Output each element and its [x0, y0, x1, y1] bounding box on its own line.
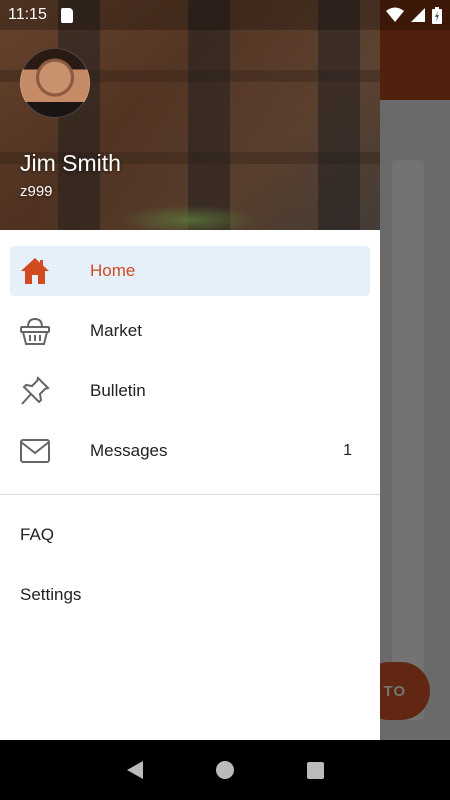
nav-item-home[interactable]: Home [10, 246, 370, 296]
drawer-divider [0, 494, 380, 495]
nav-item-bulletin[interactable]: Bulletin [10, 366, 370, 416]
user-name: Jim Smith [20, 150, 121, 176]
nav-item-settings[interactable]: Settings [0, 565, 380, 625]
nav-item-label: Settings [20, 585, 82, 604]
drawer-nav: Home Market Bulletin Messages 1 [0, 230, 380, 476]
recents-icon[interactable] [306, 761, 324, 779]
nav-item-faq[interactable]: FAQ [0, 505, 380, 565]
nav-item-messages[interactable]: Messages 1 [10, 426, 370, 476]
wifi-icon [386, 7, 404, 22]
pushpin-icon [20, 376, 50, 406]
sd-card-icon [60, 7, 73, 23]
status-bar: 11:15 [0, 0, 450, 30]
nav-item-label: Market [90, 321, 142, 340]
home-icon [20, 256, 50, 286]
nav-item-label: Home [90, 261, 136, 280]
signal-icon [411, 8, 425, 22]
drawer-header: Jim Smith z999 [0, 0, 380, 230]
battery-icon [432, 6, 442, 24]
nav-item-label: Bulletin [90, 381, 146, 400]
nav-item-market[interactable]: Market [10, 306, 370, 356]
mail-icon [20, 436, 50, 466]
messages-count-badge: 1 [343, 442, 352, 459]
user-id: z999 [20, 183, 53, 200]
nav-item-label: Messages [90, 441, 168, 460]
back-icon[interactable] [126, 761, 143, 779]
status-time: 11:15 [8, 6, 47, 23]
navigation-drawer: Jim Smith z999 Home Market Bulletin Mess… [0, 0, 380, 740]
nav-item-label: FAQ [20, 525, 55, 544]
system-navigation-bar [0, 740, 450, 800]
header-foliage [120, 205, 260, 230]
basket-icon [20, 316, 50, 346]
home-button-icon[interactable] [215, 761, 234, 779]
avatar[interactable] [20, 48, 90, 118]
